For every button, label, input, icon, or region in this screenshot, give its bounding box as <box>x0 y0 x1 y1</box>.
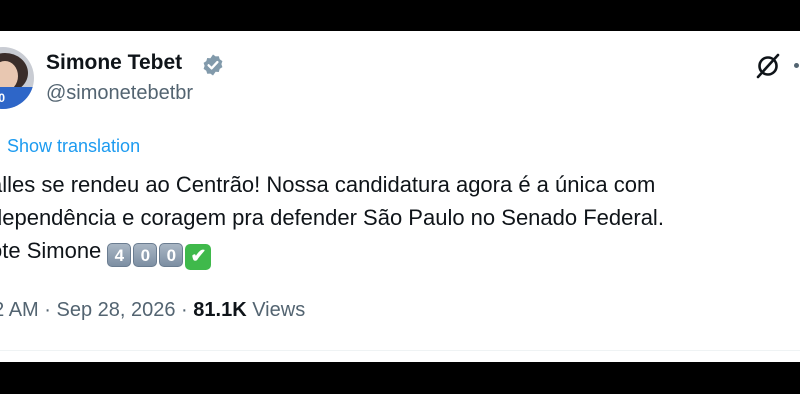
keycap-0-emoji: 0 <box>159 243 184 267</box>
divider <box>0 350 800 351</box>
grok-icon[interactable] <box>754 52 782 80</box>
meta-separator: · <box>38 299 57 321</box>
tweet-line-2: dependência e coragem pra defender São P… <box>0 205 664 230</box>
tweet-card: 400 Simone Tebet @simonetebetbr Show tra… <box>0 31 800 362</box>
tweet-meta: 02 AM · Sep 28, 2026 · 81.1K Views <box>0 299 305 322</box>
tweet-line-3: ote Simone <box>0 238 108 263</box>
avatar[interactable]: 400 <box>0 47 34 109</box>
views-label: Views <box>252 299 306 321</box>
check-mark-emoji: ✔ <box>185 244 212 270</box>
show-translation-link[interactable]: Show translation <box>7 136 140 157</box>
more-icon[interactable] <box>794 63 799 68</box>
tweet-date[interactable]: Sep 28, 2026 <box>56 299 175 321</box>
tweet-time[interactable]: 02 AM <box>0 299 39 321</box>
keycap-4-emoji: 4 <box>107 243 132 267</box>
tweet-text: alles se rendeu ao Centrão! Nossa candid… <box>0 168 664 270</box>
views-count: 81.1K <box>193 299 247 321</box>
user-handle[interactable]: @simonetebetbr <box>46 82 193 105</box>
avatar-badge: 400 <box>0 87 34 109</box>
verified-badge-icon <box>203 54 223 76</box>
tweet-line-1: alles se rendeu ao Centrão! Nossa candid… <box>0 172 656 197</box>
keycap-0-emoji: 0 <box>133 243 158 267</box>
display-name[interactable]: Simone Tebet <box>46 51 182 75</box>
meta-separator: · <box>175 299 194 321</box>
